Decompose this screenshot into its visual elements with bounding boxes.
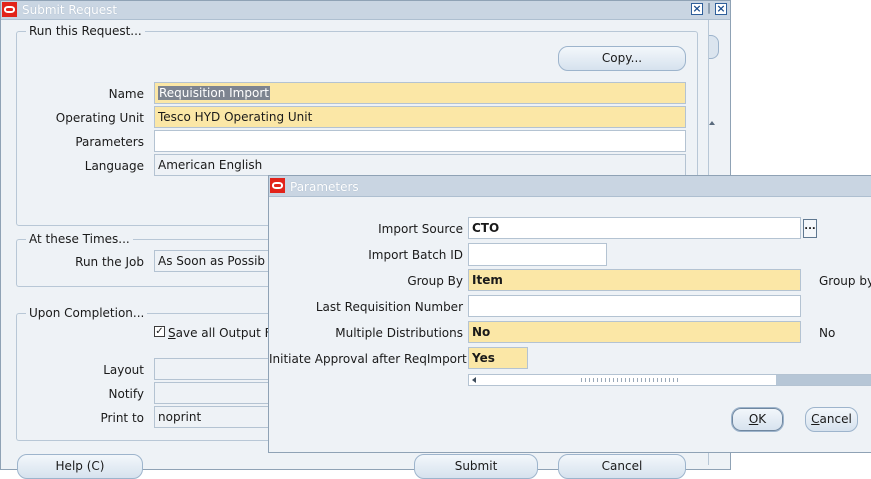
parameters-field[interactable] bbox=[154, 130, 686, 152]
parameters-title: Parameters bbox=[290, 180, 359, 194]
multiple-distributions-label: Multiple Distributions bbox=[335, 326, 463, 340]
group-by-label: Group By bbox=[407, 274, 463, 288]
run-request-group-label: Run this Request... bbox=[26, 24, 145, 38]
oracle-logo-icon bbox=[270, 178, 285, 193]
window-title: Submit Request bbox=[22, 3, 118, 17]
layout-label: Layout bbox=[103, 363, 144, 377]
group-by-description: Group by bbox=[819, 274, 871, 288]
last-req-number-label: Last Requisition Number bbox=[315, 300, 463, 314]
name-label: Name bbox=[108, 87, 144, 101]
lov-button[interactable]: ... bbox=[803, 219, 817, 238]
times-group-label: At these Times... bbox=[26, 232, 133, 246]
ok-text: K bbox=[758, 412, 767, 426]
run-job-label: Run the Job bbox=[75, 255, 144, 269]
ok-mnemonic: O bbox=[748, 412, 759, 426]
save-output-label: Save all Output F bbox=[168, 326, 272, 340]
close-icon[interactable]: × bbox=[691, 3, 703, 15]
ok-button[interactable]: OK bbox=[731, 407, 784, 432]
help-button[interactable]: Help (C) bbox=[17, 454, 143, 479]
oracle-logo-icon bbox=[2, 2, 17, 17]
print-to-field[interactable]: noprint bbox=[154, 406, 284, 428]
scroll-up-icon[interactable] bbox=[709, 121, 715, 125]
operating-unit-field[interactable]: Tesco HYD Operating Unit bbox=[154, 106, 686, 128]
initiate-approval-field[interactable]: Yes bbox=[468, 347, 528, 369]
language-label: Language bbox=[84, 159, 144, 173]
cancel-button[interactable]: Cancel bbox=[558, 454, 686, 479]
params-cancel-button[interactable]: Cancel bbox=[805, 407, 858, 432]
close-window-icon[interactable]: × bbox=[715, 3, 727, 15]
cancel-mnemonic: C bbox=[811, 412, 820, 426]
initiate-approval-label: Initiate Approval after ReqImport bbox=[269, 352, 467, 366]
scrollbar-track[interactable] bbox=[776, 375, 871, 385]
restore-icon[interactable]: | bbox=[703, 2, 715, 15]
notify-field[interactable] bbox=[154, 382, 284, 404]
parameters-label: Parameters bbox=[75, 135, 144, 149]
scrollbar-grip bbox=[581, 378, 681, 382]
multiple-distributions-field[interactable]: No bbox=[468, 321, 801, 343]
scroll-left-icon[interactable] bbox=[472, 377, 476, 383]
operating-unit-label: Operating Unit bbox=[55, 111, 144, 125]
cancel-text: ancel bbox=[819, 412, 852, 426]
submit-button[interactable]: Submit bbox=[414, 454, 538, 479]
run-job-field[interactable]: As Soon as Possib bbox=[154, 250, 284, 272]
name-value: Requisition Import bbox=[158, 86, 270, 100]
import-batch-label: Import Batch ID bbox=[368, 248, 463, 262]
print-to-label: Print to bbox=[100, 411, 144, 425]
last-req-number-field[interactable] bbox=[468, 295, 801, 317]
submit-request-titlebar[interactable]: Submit Request × | × bbox=[1, 1, 730, 20]
name-field[interactable]: Requisition Import bbox=[154, 82, 686, 104]
layout-field[interactable] bbox=[154, 358, 284, 380]
save-output-text: ave all Output F bbox=[175, 326, 272, 340]
parameters-titlebar[interactable]: Parameters bbox=[269, 176, 871, 197]
multiple-distributions-description: No bbox=[819, 326, 836, 340]
horizontal-scrollbar[interactable] bbox=[468, 374, 871, 386]
save-output-mnemonic: S bbox=[168, 326, 176, 340]
import-batch-field[interactable] bbox=[468, 243, 607, 266]
save-output-checkbox[interactable]: ✓ bbox=[154, 326, 165, 337]
group-by-field[interactable]: Item bbox=[468, 269, 801, 291]
scrollbar-thumb[interactable] bbox=[481, 376, 774, 384]
import-source-field[interactable]: CTO bbox=[468, 217, 801, 239]
background-window-button-edge bbox=[709, 35, 719, 59]
copy-button[interactable]: Copy... bbox=[558, 46, 686, 71]
notify-label: Notify bbox=[108, 387, 144, 401]
completion-group-label: Upon Completion... bbox=[26, 306, 148, 320]
import-source-label: Import Source bbox=[378, 222, 463, 236]
language-field[interactable]: American English bbox=[154, 154, 686, 176]
parameters-window: Parameters Import Source CTO ... Import … bbox=[268, 175, 871, 453]
